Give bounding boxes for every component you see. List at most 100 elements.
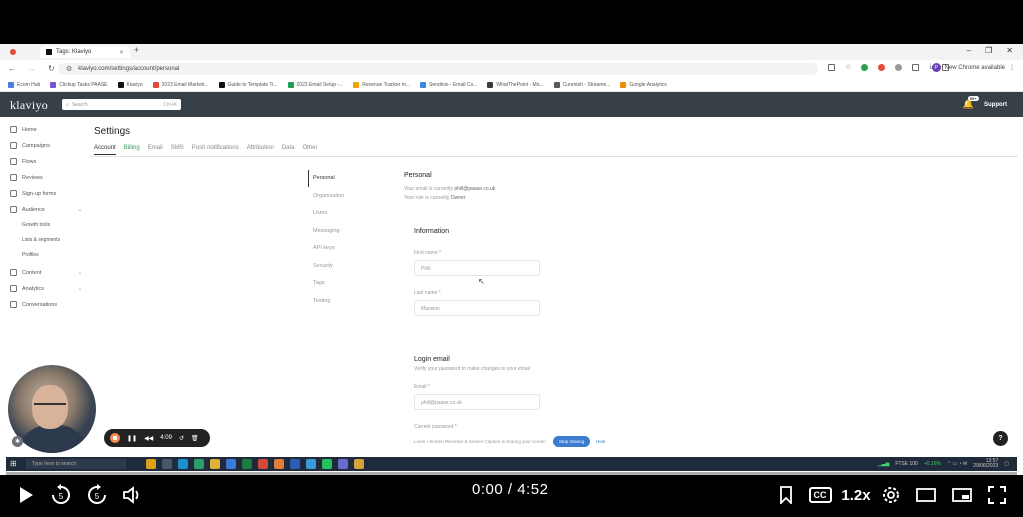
bookmark-item[interactable]: Revenue Tracker m...: [353, 81, 410, 88]
bookmark-item[interactable]: Clickup Tasks PAASE: [50, 81, 108, 88]
profile-avatar[interactable]: P: [931, 63, 941, 72]
subnav-item-users[interactable]: Users: [313, 210, 327, 216]
subnav-item-api-keys[interactable]: API keys: [313, 245, 335, 251]
app-icon[interactable]: [306, 459, 316, 469]
bookmark-item[interactable]: WhatThePoint - Mo...: [487, 81, 544, 88]
hide-share-bar-link[interactable]: Hide: [596, 439, 605, 444]
seek-back-button[interactable]: 5: [48, 481, 74, 509]
sidebar-item-conversations[interactable]: Conversations: [10, 301, 82, 308]
star-icon[interactable]: ☆: [845, 63, 851, 71]
excel-icon[interactable]: [242, 459, 252, 469]
whatsapp-icon[interactable]: [322, 459, 332, 469]
save-button[interactable]: [774, 481, 798, 509]
update-label[interactable]: New Chrome available: [945, 65, 1005, 71]
sidebar-item-sign-up-forms[interactable]: Sign-up forms: [10, 190, 82, 197]
play-button[interactable]: [14, 481, 38, 509]
email-field[interactable]: phill@paase.co.uk: [414, 394, 540, 410]
bookmark-item[interactable]: Klaviyo: [117, 81, 143, 88]
stop-recording-icon[interactable]: [110, 433, 120, 443]
browser-tab-active[interactable]: Tags: Klaviyo ✕: [40, 46, 130, 58]
maximize-icon[interactable]: ❐: [985, 46, 992, 55]
tab-email[interactable]: Email: [148, 145, 163, 155]
sidebar-item-home[interactable]: Home: [10, 126, 82, 133]
subnav-item-tags[interactable]: Tags: [313, 280, 325, 286]
new-tab-icon[interactable]: +: [134, 45, 139, 55]
last-name-field[interactable]: Mansion: [414, 300, 540, 316]
browser-tab-1[interactable]: [4, 46, 26, 58]
app-icon[interactable]: [146, 459, 156, 469]
theater-mode-button[interactable]: [912, 481, 940, 509]
sidebar-subitem[interactable]: Lists & segments: [22, 237, 60, 243]
subnav-item-personal[interactable]: Personal: [313, 175, 335, 181]
menu-kebab-icon[interactable]: ⋮: [1009, 64, 1015, 71]
klaviyo-search[interactable]: ⌕ Search Ctrl+K: [62, 99, 181, 110]
sidebar-item-analytics[interactable]: Analytics ⌄: [10, 285, 82, 292]
first-name-field[interactable]: Phill: [414, 260, 540, 276]
reload-icon[interactable]: ↻: [48, 64, 55, 73]
tray-icons[interactable]: ⌃ ▭ ◔ ✉: [947, 461, 967, 467]
app-icon[interactable]: [194, 459, 204, 469]
trash-icon[interactable]: 🗑: [191, 435, 199, 442]
app-icon[interactable]: [274, 459, 284, 469]
tab-push-notifications[interactable]: Push notifications: [192, 145, 239, 155]
notifications-bell-icon[interactable]: 🔔 99+: [963, 96, 979, 110]
camera-icon[interactable]: [828, 63, 835, 71]
bookmark-item[interactable]: Google Analytics: [620, 81, 667, 88]
bookmark-item[interactable]: 2023 Email Marketi...: [152, 81, 209, 88]
close-tab-icon[interactable]: ✕: [119, 49, 124, 56]
ticker-name[interactable]: FTSE 100: [895, 461, 918, 467]
extension-icon[interactable]: [895, 63, 903, 71]
bookmark-item[interactable]: Guide to Template Ti...: [218, 81, 278, 88]
settings-button[interactable]: [878, 481, 904, 509]
chrome-icon[interactable]: [258, 459, 268, 469]
captions-button[interactable]: CC: [806, 481, 834, 509]
app-icon[interactable]: [226, 459, 236, 469]
tab-sms[interactable]: SMS: [171, 145, 184, 155]
task-view-icon[interactable]: [162, 459, 172, 469]
site-info-icon[interactable]: ⚙: [66, 65, 72, 73]
miniplayer-button[interactable]: [948, 481, 976, 509]
word-icon[interactable]: [290, 459, 300, 469]
subnav-item-security[interactable]: Security: [313, 263, 333, 269]
app-icon[interactable]: [354, 459, 364, 469]
fullscreen-button[interactable]: [984, 481, 1010, 509]
bookmark-item[interactable]: Curentsh - Streame...: [553, 81, 610, 88]
sidebar-item-flows[interactable]: Flows: [10, 158, 82, 165]
app-icon[interactable]: [338, 459, 348, 469]
tab-other[interactable]: Other: [302, 145, 317, 155]
sidebar-subitem[interactable]: Profiles: [22, 252, 39, 258]
sidebar-item-reviews[interactable]: Reviews: [10, 174, 82, 181]
back-icon[interactable]: ←: [8, 64, 16, 73]
help-button[interactable]: ?: [993, 431, 1008, 446]
bookmark-item[interactable]: Sendinio - Email Co...: [420, 81, 477, 88]
edge-icon[interactable]: [178, 459, 188, 469]
rewind-icon[interactable]: ◀◀: [144, 435, 153, 442]
windows-start-icon[interactable]: ⊞: [10, 460, 17, 468]
minimize-icon[interactable]: –: [967, 46, 971, 55]
notification-center-icon[interactable]: ▢: [1004, 461, 1009, 467]
support-link[interactable]: Support: [984, 102, 1007, 108]
taskbar-search[interactable]: Type here to search: [26, 459, 126, 469]
bookmark-item[interactable]: 2022 Email Setup -...: [287, 81, 343, 88]
address-bar[interactable]: ⚙ klaviyo.com/settings/account/personal: [58, 63, 818, 75]
restart-icon[interactable]: ↺: [179, 435, 184, 442]
loom-logo-icon[interactable]: ✱: [12, 436, 23, 447]
puzzle-icon[interactable]: [912, 63, 920, 71]
tab-data[interactable]: Data: [282, 145, 295, 155]
subnav-item-organization[interactable]: Organization: [313, 193, 344, 199]
taskbar-clock[interactable]: 13:57 29/06/2023: [973, 459, 998, 469]
subnav-item-messaging[interactable]: Messaging: [313, 228, 340, 234]
tab-billing[interactable]: Billing: [124, 145, 140, 155]
close-window-icon[interactable]: ✕: [1006, 46, 1013, 55]
extension-icon[interactable]: [878, 63, 886, 71]
bookmark-item[interactable]: Ecom Hub: [8, 81, 40, 88]
klaviyo-logo[interactable]: klaviyo: [10, 98, 48, 113]
sidebar-item-content[interactable]: Content ⌄: [10, 269, 82, 276]
profile-area[interactable]: P New Chrome available ⋮: [931, 63, 1015, 72]
tab-account[interactable]: Account: [94, 145, 116, 155]
pause-icon[interactable]: ❚❚: [127, 435, 137, 442]
subnav-item-testing[interactable]: Testing: [313, 298, 330, 304]
forward-icon[interactable]: →: [28, 64, 36, 73]
sidebar-subitem[interactable]: Growth tools: [22, 222, 50, 228]
extension-icon[interactable]: [861, 63, 869, 71]
